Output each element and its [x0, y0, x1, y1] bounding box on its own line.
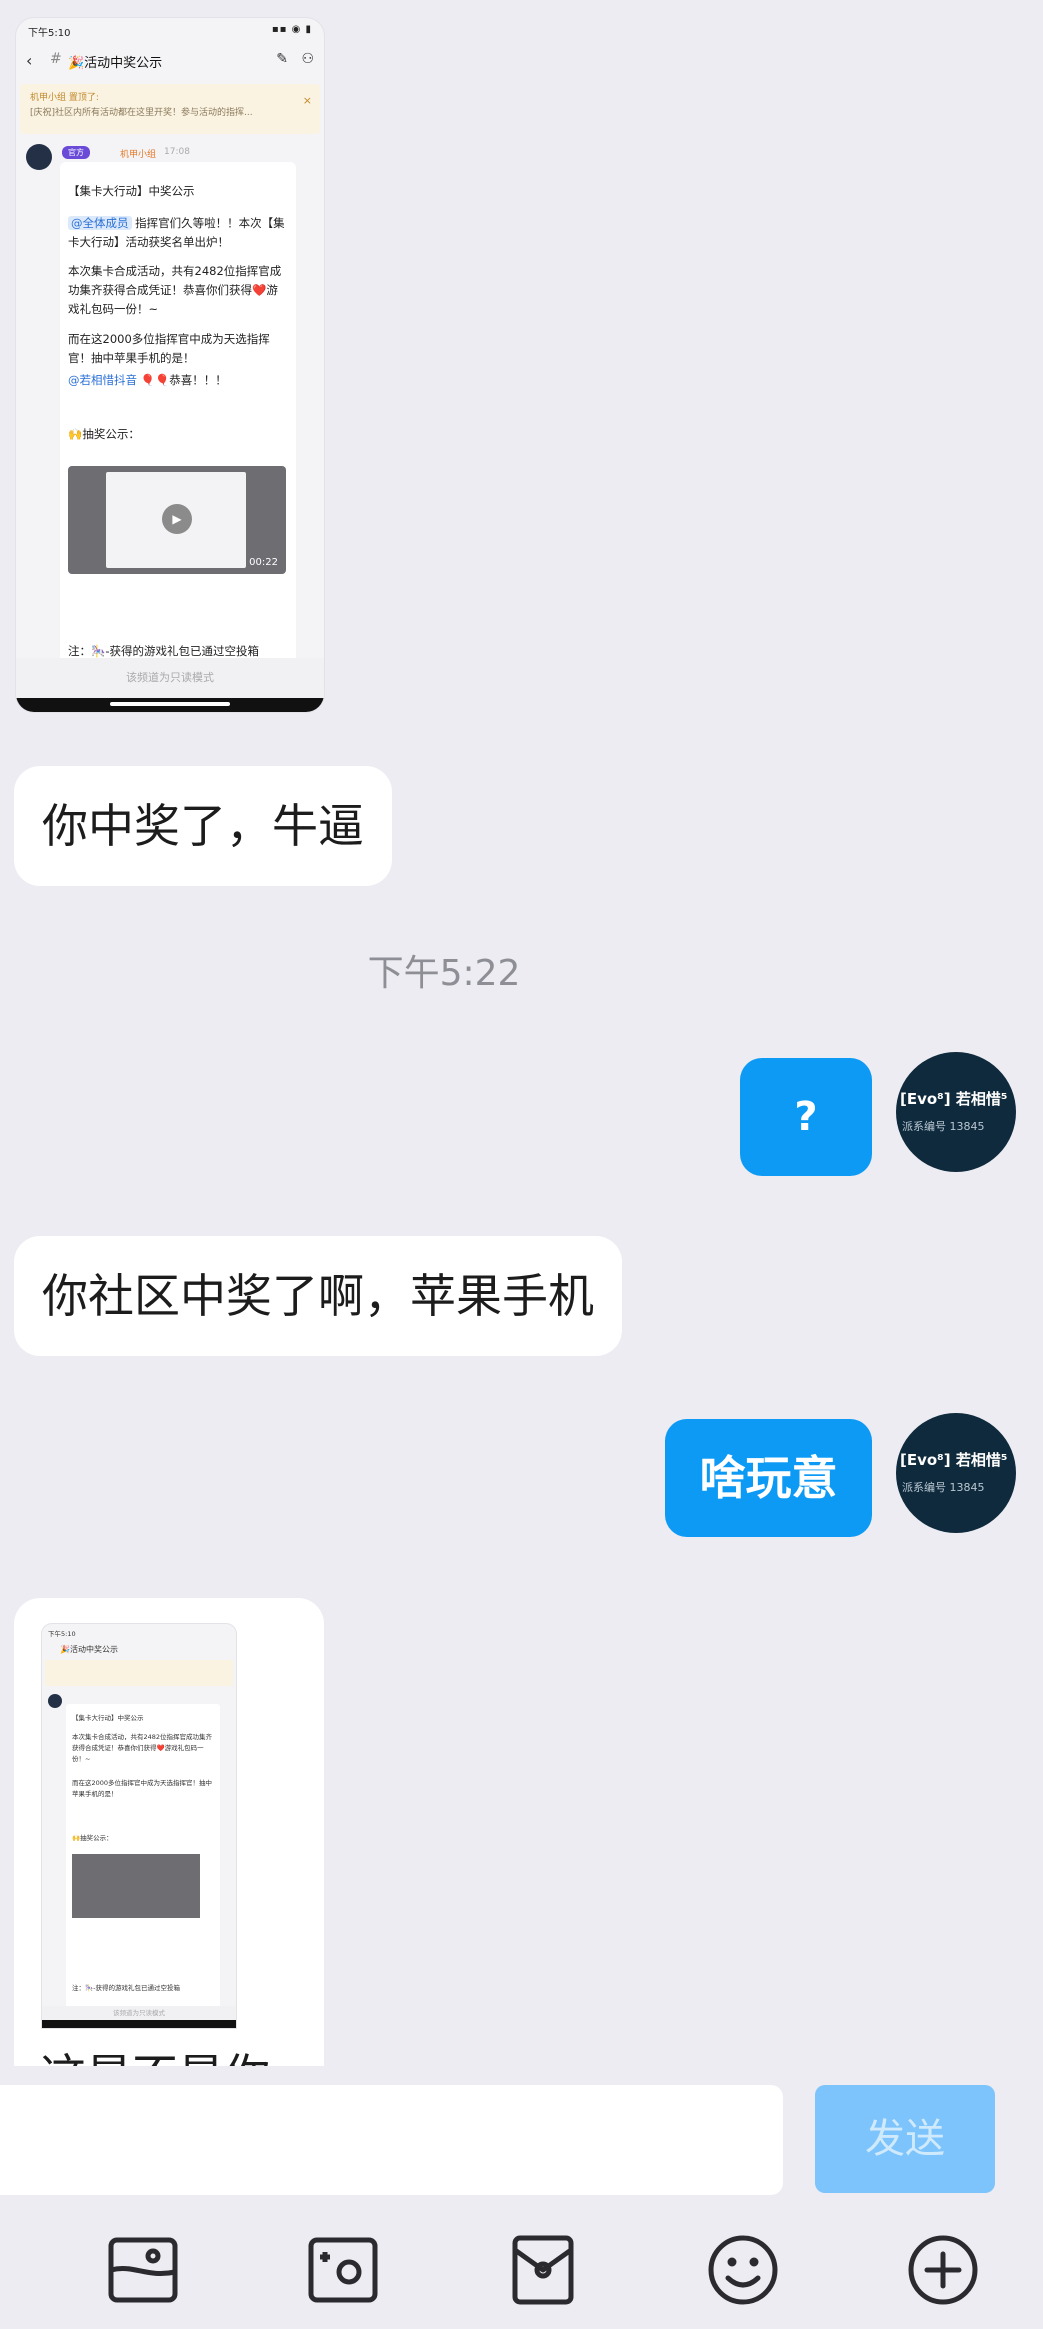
avatar[interactable]: [Evo⁸] 若相惜⁵ 派系编号 13845	[896, 1052, 1016, 1172]
status-time: 下午5:10	[28, 28, 71, 39]
members-icon: ⚇	[301, 51, 314, 67]
camera-icon[interactable]	[303, 2230, 383, 2310]
chat-timestamp: 下午5:22	[367, 953, 521, 994]
thumb-card: 【集卡大行动】中奖公示 本次集卡合成活动，共有2482位指挥官成功集齐获得合成凭…	[66, 1704, 220, 2008]
thumb-draw-notice: 🙌抽奖公示：	[72, 1834, 113, 1842]
card-paragraph-3: 而在这2000多位指挥官中成为天选指挥官！抽中苹果手机的是！	[68, 332, 270, 365]
thumb-video	[72, 1854, 200, 1918]
close-icon: ×	[302, 94, 312, 107]
draw-notice: 🙌抽奖公示：	[68, 427, 140, 441]
hash-icon: #	[50, 51, 62, 67]
thumb-channel-title: 🎉活动中奖公示	[60, 1645, 118, 1654]
readonly-banner: 该频道为只读模式	[16, 658, 324, 698]
avatar-id: 派系编号 13845	[902, 1120, 985, 1133]
thumb-avatar	[48, 1694, 62, 1708]
screenshot-thumbnail: 下午5:10 🎉活动中奖公示 【集卡大行动】中奖公示 本次集卡合成活动，共有24…	[42, 1624, 236, 2028]
image-message[interactable]: 下午5:10 🎉活动中奖公示 【集卡大行动】中奖公示 本次集卡合成活动，共有24…	[14, 1598, 324, 2068]
thumb-status-time: 下午5:10	[48, 1630, 76, 1638]
pinned-notice: 机甲小组 置顶了: [庆祝]社区内所有活动都在这里开奖！参与活动的指挥... ×	[20, 84, 320, 134]
incoming-message[interactable]: 你社区中奖了啊，苹果手机	[14, 1236, 622, 1356]
status-bar: 下午5:10 ▪▪ ◉ ▮	[16, 18, 324, 44]
outgoing-message[interactable]: ?	[740, 1058, 872, 1176]
thumb-line2: 本次集卡合成活动，共有2482位指挥官成功集齐获得合成凭证！恭喜你们获得❤️游戏…	[72, 1733, 213, 1763]
thumb-home-indicator	[42, 2020, 236, 2028]
status-icons: ▪▪ ◉ ▮	[271, 24, 312, 35]
video-duration: 00:22	[249, 557, 278, 568]
avatar-name: [Evo⁸] 若相惜⁵	[900, 1451, 1008, 1469]
play-icon: ▶	[162, 504, 192, 534]
channel-title: 🎉活动中奖公示	[68, 56, 163, 71]
notice-title: 机甲小组 置顶了:	[30, 93, 99, 103]
video-thumbnail: ▶ 00:22	[68, 466, 286, 574]
avatar[interactable]: [Evo⁸] 若相惜⁵ 派系编号 13845	[896, 1413, 1016, 1533]
red-packet-icon[interactable]	[503, 2230, 583, 2310]
sender-name: 机甲小组	[120, 150, 157, 160]
screenshot-image-message[interactable]: 下午5:10 ▪▪ ◉ ▮ ‹ # 🎉活动中奖公示 ✎ ⚇ 机甲小组 置顶了: …	[16, 18, 324, 712]
thumb-note: 注：🎠-获得的游戏礼包已通过空投箱	[72, 1984, 180, 1992]
thumb-notice	[45, 1660, 233, 1686]
mention-user: @若相惜抖音	[68, 373, 137, 387]
card-paragraph-2: 本次集卡合成活动，共有2482位指挥官成功集齐获得合成凭证！恭喜你们获得❤️游戏…	[68, 264, 282, 316]
sender-avatar	[26, 144, 52, 170]
send-button[interactable]: 发送	[815, 2085, 995, 2193]
avatar-id: 派系编号 13845	[902, 1481, 985, 1494]
mention-all: @全体成员	[68, 216, 132, 230]
message-input[interactable]	[0, 2085, 783, 2195]
back-icon: ‹	[26, 51, 33, 70]
thumb-readonly: 该频道为只读模式	[42, 2006, 236, 2020]
card-paragraph-4: @若相惜抖音 🎈🎈恭喜！！！	[68, 371, 288, 390]
image-icon[interactable]	[103, 2230, 183, 2310]
home-indicator	[16, 698, 324, 712]
plus-icon[interactable]	[903, 2230, 983, 2310]
message-time: 17:08	[164, 147, 190, 157]
card-paragraph-1: @全体成员 指挥官们久等啦！！本次【集卡大行动】活动获奖名单出炉！	[68, 214, 288, 252]
channel-header: ‹ # 🎉活动中奖公示 ✎ ⚇	[16, 46, 324, 76]
line4: 🎈🎈恭喜！！！	[137, 373, 227, 387]
official-badge: 官方	[62, 146, 90, 159]
announcement-card: 【集卡大行动】中奖公示 @全体成员 指挥官们久等啦！！本次【集卡大行动】活动获奖…	[60, 162, 296, 682]
incoming-message[interactable]: 你中奖了，牛逼	[14, 766, 392, 886]
card-title: 【集卡大行动】中奖公示	[68, 184, 195, 198]
avatar-name: [Evo⁸] 若相惜⁵	[900, 1090, 1008, 1108]
thumb-card-title: 【集卡大行动】中奖公示	[72, 1714, 144, 1722]
thumb-line3: 而在这2000多位指挥官中成为天选指挥官！抽中苹果手机的是！	[72, 1779, 213, 1798]
emoji-icon[interactable]	[703, 2230, 783, 2310]
notice-text: [庆祝]社区内所有活动都在这里开奖！参与活动的指挥...	[30, 108, 253, 118]
outgoing-message[interactable]: 啥玩意	[665, 1419, 872, 1537]
pin-icon: ✎	[276, 51, 288, 67]
